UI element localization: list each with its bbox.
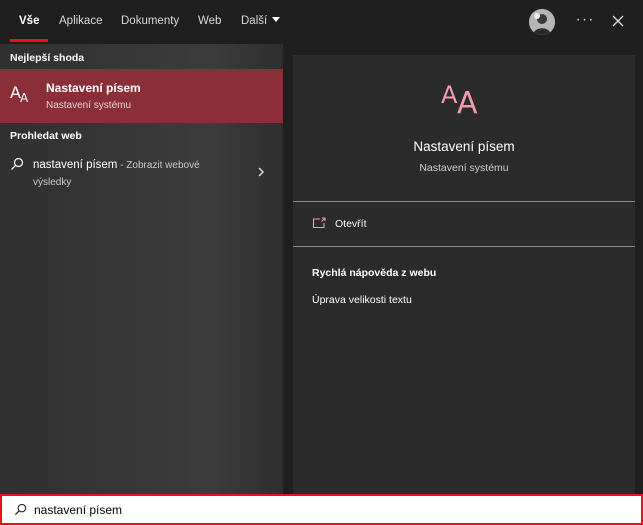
close-button[interactable]: [606, 9, 630, 33]
best-match-heading: Nejlepší shoda: [10, 52, 85, 64]
avatar-image: [529, 9, 555, 35]
detail-panel: A A Nastavení písem Nastavení systému Ot…: [293, 55, 635, 494]
help-heading: Rychlá nápověda z webu: [312, 267, 437, 279]
tab-web[interactable]: Web: [198, 15, 221, 27]
chevron-right-icon: [258, 167, 265, 177]
best-match-title: Nastavení písem: [46, 81, 141, 95]
web-result-item[interactable]: nastavení písem - Zobrazit webové výsled…: [0, 152, 283, 196]
web-heading: Prohledat web: [10, 130, 82, 142]
top-bar: Vše Aplikace Dokumenty Web Další ···: [0, 0, 643, 44]
open-icon: [312, 217, 326, 229]
help-link[interactable]: Úprava velikosti textu: [312, 294, 412, 306]
svg-text:A: A: [20, 91, 29, 105]
best-match-item[interactable]: A A Nastavení písem Nastavení systému: [0, 69, 283, 123]
search-input[interactable]: [34, 500, 624, 520]
divider: [293, 246, 635, 247]
open-button[interactable]: Otevřít: [293, 207, 635, 241]
more-options-button[interactable]: ···: [574, 10, 596, 32]
close-icon: [612, 15, 624, 27]
results-panel: Nejlepší shoda A A Nastavení písem Nasta…: [0, 44, 283, 494]
svg-text:A: A: [457, 86, 478, 119]
web-result-text: nastavení písem - Zobrazit webové výsled…: [33, 157, 233, 191]
svg-text:A: A: [441, 81, 458, 109]
caret-down-icon: [272, 17, 281, 23]
web-result-query: nastavení písem: [33, 159, 118, 171]
font-aa-icon: A A: [10, 83, 29, 105]
tab-documents[interactable]: Dokumenty: [121, 15, 179, 27]
open-label: Otevřít: [335, 218, 367, 230]
best-match-subtitle: Nastavení systému: [46, 100, 132, 111]
detail-title: Nastavení písem: [413, 139, 515, 154]
tab-more-label: Další: [241, 15, 268, 27]
tab-all[interactable]: Vše: [19, 15, 39, 27]
tab-apps[interactable]: Aplikace: [59, 15, 102, 27]
search-icon: [14, 503, 27, 516]
search-bar: [0, 494, 643, 525]
divider: [293, 201, 635, 202]
active-tab-indicator: [10, 39, 48, 42]
font-aa-icon: A A: [441, 81, 478, 119]
avatar[interactable]: [529, 9, 555, 35]
detail-subtitle: Nastavení systému: [419, 162, 509, 174]
tab-more[interactable]: Další: [241, 15, 281, 27]
search-icon: [11, 157, 24, 170]
